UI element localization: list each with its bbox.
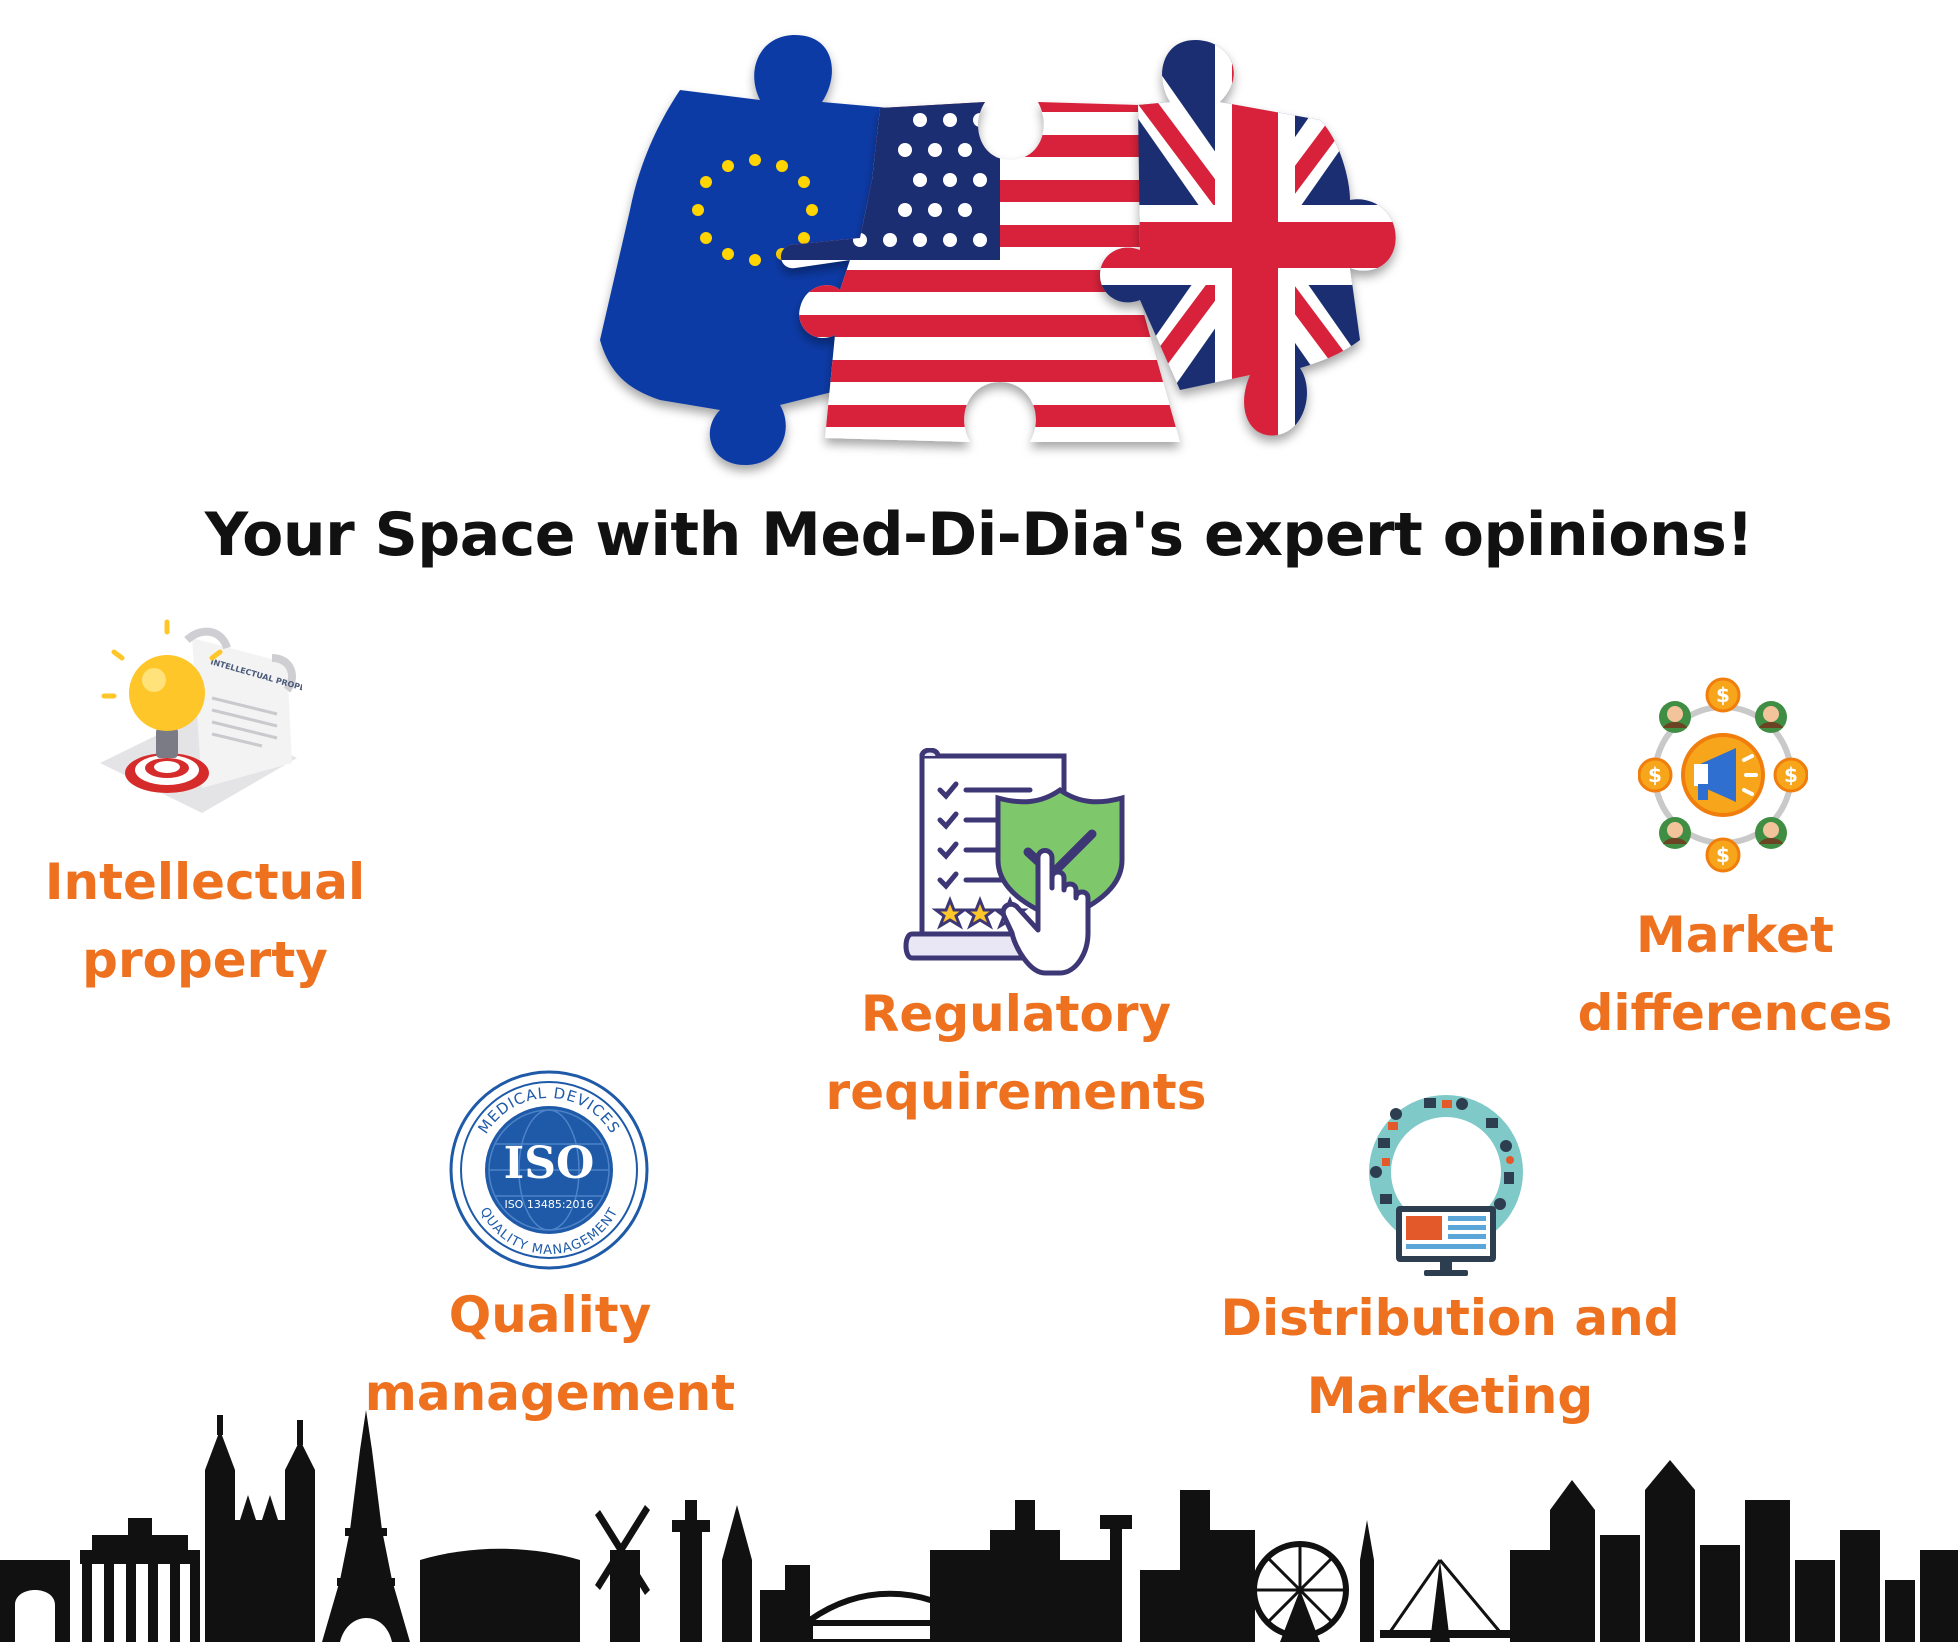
topic-intellectual-property-icon-area: INTELLECTUAL PROPERTY — [92, 618, 323, 822]
coin-symbol: $ — [1648, 763, 1662, 787]
flag-puzzle-graphic — [600, 35, 1396, 465]
city-skyline-silhouette — [0, 1410, 1958, 1642]
headline: Your Space with Med-Di-Dia's expert opin… — [204, 500, 1754, 570]
iso-center-text: ISO — [504, 1138, 595, 1189]
marketing-monitor-icon — [1369, 1095, 1523, 1276]
iso-badge-icon: MEDICAL DEVICES QUALITY MANAGEMENT ISO I… — [449, 1070, 649, 1270]
iso-standard-text: ISO 13485:2016 — [504, 1198, 593, 1211]
topic-distribution-icon-area — [1366, 1094, 1526, 1284]
topic-label-line1: Intellectual — [44, 853, 366, 911]
topic-label-quality-management: Quality management — [340, 1276, 760, 1432]
topic-label-line2: property — [82, 931, 328, 989]
topic-regulatory-icon-area — [900, 747, 1130, 992]
checklist-shield-icon — [903, 747, 1125, 976]
topic-quality-icon-area: MEDICAL DEVICES QUALITY MANAGEMENT ISO I… — [447, 1068, 651, 1276]
megaphone-network-icon: $ $ $ $ — [1637, 677, 1809, 873]
topic-label-line2: requirements — [825, 1063, 1207, 1121]
coin-symbol: $ — [1716, 683, 1730, 707]
topic-label-line1: Market — [1636, 906, 1834, 964]
lightbulb-copyright-icon: INTELLECTUAL PROPERTY — [100, 619, 323, 813]
topic-label-regulatory-requirements: Regulatory requirements — [806, 975, 1226, 1131]
topic-label-market-differences: Market differences — [1550, 896, 1920, 1052]
topic-label-line1: Distribution and — [1220, 1289, 1680, 1347]
topic-label-line1: Regulatory — [860, 985, 1172, 1043]
coin-symbol: $ — [1784, 763, 1798, 787]
topic-market-icon-area: $ $ $ $ — [1637, 670, 1809, 884]
topic-label-line1: Quality — [448, 1286, 652, 1344]
coin-symbol: $ — [1716, 843, 1730, 867]
topic-label-line2: differences — [1577, 984, 1893, 1042]
topic-label-intellectual-property: Intellectual property — [20, 843, 390, 999]
